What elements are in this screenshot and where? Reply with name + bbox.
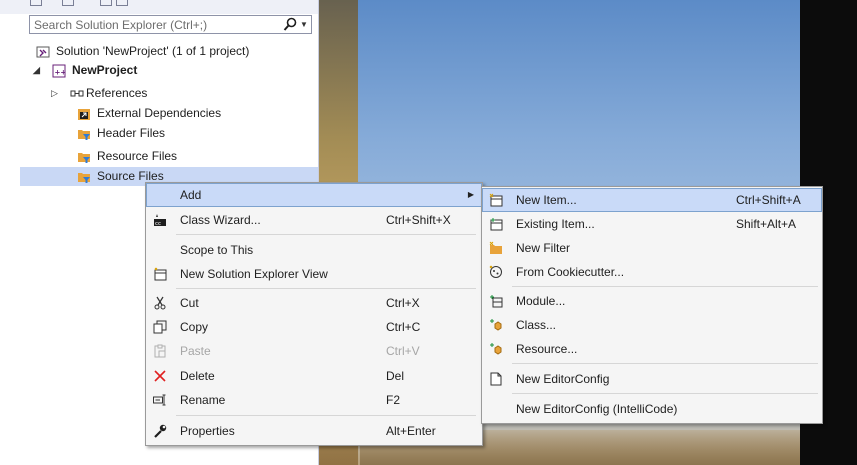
menu-item-scope-to-this[interactable]: Scope to This (146, 238, 482, 262)
paste-icon (154, 344, 166, 358)
rename-icon (153, 394, 166, 406)
submenu-arrow-icon: ▶ (467, 190, 474, 199)
cut-icon (154, 296, 166, 310)
menu-item-rename[interactable]: Rename F2 (146, 388, 482, 412)
solution-explorer-toolbar (0, 0, 318, 14)
tree-item-resource-files[interactable]: Resource Files (33, 147, 318, 166)
menu-item-paste[interactable]: Paste Ctrl+V (146, 339, 482, 363)
search-options-dropdown[interactable]: ▼ (299, 18, 309, 31)
menu-item-new-editorconfig-intellicode[interactable]: New EditorConfig (IntelliCode) (482, 397, 822, 421)
tree-item-label: Resource Files (97, 149, 178, 163)
toolbar-button[interactable] (30, 0, 42, 6)
tree-item-external-dependencies[interactable]: External Dependencies (33, 104, 318, 123)
menu-separator (176, 415, 476, 416)
tree-item-label: Solution 'NewProject' (1 of 1 project) (56, 44, 250, 58)
menu-item-new-solution-explorer-view[interactable]: New Solution Explorer View (146, 262, 482, 286)
menu-separator (512, 393, 818, 394)
menu-item-properties[interactable]: Properties Alt+Enter (146, 419, 482, 443)
menu-item-delete[interactable]: Delete Del (146, 364, 482, 388)
menu-item-new-filter[interactable]: New Filter (482, 236, 822, 260)
menu-separator (176, 234, 476, 235)
module-icon (490, 295, 503, 308)
context-menu: Add ▶ cc Class Wizard... Ctrl+Shift+X Sc… (145, 182, 483, 446)
copy-icon (153, 320, 167, 334)
tree-item-project[interactable]: ◢ ++ NewProject (33, 61, 318, 80)
filter-folder-icon (78, 130, 90, 140)
solution-icon (36, 46, 50, 58)
tree-item-label: Header Files (97, 126, 166, 140)
external-dependencies-icon (78, 109, 90, 120)
menu-item-class[interactable]: Class... (482, 313, 822, 337)
resource-icon (490, 343, 502, 355)
svg-text:++: ++ (55, 69, 67, 77)
menu-item-new-editorconfig[interactable]: New EditorConfig (482, 367, 822, 391)
menu-item-existing-item[interactable]: Existing Item... Shift+Alt+A (482, 212, 822, 236)
menu-item-cut[interactable]: Cut Ctrl+X (146, 291, 482, 315)
menu-separator (512, 363, 818, 364)
references-icon (70, 90, 84, 97)
menu-separator (176, 288, 476, 289)
class-icon (490, 319, 502, 331)
toolbar-button[interactable] (62, 0, 74, 6)
add-submenu: New Item... Ctrl+Shift+A Existing Item..… (481, 186, 823, 424)
search-input[interactable]: Search Solution Explorer (Ctrl+;) ▼ (29, 15, 312, 34)
existing-item-icon (490, 218, 503, 231)
new-view-icon (154, 267, 167, 281)
new-item-icon (489, 193, 503, 207)
filter-folder-icon (78, 173, 90, 183)
properties-icon (154, 424, 167, 438)
menu-item-new-item[interactable]: New Item... Ctrl+Shift+A (482, 188, 822, 212)
collapsed-arrow-icon[interactable]: ▷ (51, 84, 58, 103)
menu-item-copy[interactable]: Copy Ctrl+C (146, 315, 482, 339)
tree-item-label: References (86, 86, 148, 100)
menu-item-add[interactable]: Add ▶ (146, 183, 482, 207)
svg-text:cc: cc (155, 221, 161, 227)
search-placeholder: Search Solution Explorer (Ctrl+;) (34, 18, 208, 32)
menu-item-module[interactable]: Module... (482, 289, 822, 313)
delete-icon (154, 370, 166, 382)
cpp-project-icon: ++ (52, 64, 66, 78)
class-wizard-icon: cc (154, 214, 166, 227)
search-icon[interactable] (283, 17, 297, 32)
cookiecutter-icon (489, 265, 502, 278)
new-filter-icon (489, 241, 502, 254)
expanded-arrow-icon[interactable]: ◢ (33, 61, 40, 80)
menu-separator (512, 286, 818, 287)
toolbar-button[interactable] (116, 0, 128, 6)
tree-item-solution[interactable]: Solution 'NewProject' (1 of 1 project) (33, 42, 318, 61)
toolbar-button[interactable] (100, 0, 112, 6)
editorconfig-icon (490, 372, 502, 386)
tree-item-label: NewProject (72, 63, 138, 77)
menu-item-from-cookiecutter[interactable]: From Cookiecutter... (482, 260, 822, 284)
tree-item-references[interactable]: ▷ References (33, 84, 318, 103)
filter-folder-icon (78, 153, 90, 163)
tree-item-header-files[interactable]: Header Files (33, 124, 318, 143)
menu-item-class-wizard[interactable]: cc Class Wizard... Ctrl+Shift+X (146, 208, 482, 232)
tree-item-label: External Dependencies (97, 106, 222, 120)
menu-item-resource[interactable]: Resource... (482, 337, 822, 361)
